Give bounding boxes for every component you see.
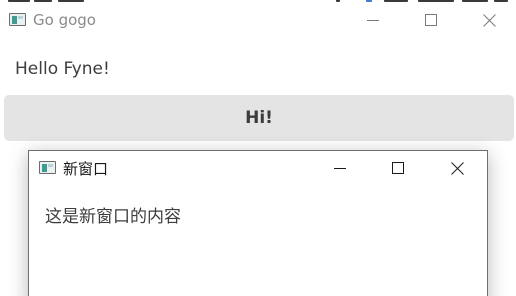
popup-close-button[interactable] [434,151,480,185]
popup-window-title: 新窗口 [63,160,109,178]
popup-window: 新窗口 这是新窗口的内容 [28,150,488,296]
minimize-button[interactable] [350,4,396,36]
app-window-icon [39,161,56,174]
app-window-icon [9,13,26,26]
maximize-icon [392,162,404,174]
popup-window-titlebar[interactable]: 新窗口 [29,151,487,185]
popup-minimize-button[interactable] [317,151,363,185]
main-window-titlebar[interactable]: Go gogo [0,4,516,36]
hi-button[interactable]: Hi! [4,95,514,141]
window-title: Go gogo [33,11,96,29]
minimize-icon [334,168,346,169]
popup-content-label: 这是新窗口的内容 [45,207,181,227]
hello-label: Hello Fyne! [15,59,110,79]
maximize-icon [425,14,437,26]
close-icon [482,13,496,27]
desktop: Go gogo Hello Fyne! Hi! 新窗口 这是新窗口的内容 [0,0,516,296]
minimize-icon [367,20,379,21]
close-icon [450,161,464,175]
popup-maximize-button[interactable] [375,151,421,185]
close-button[interactable] [466,4,512,36]
maximize-button[interactable] [408,4,454,36]
